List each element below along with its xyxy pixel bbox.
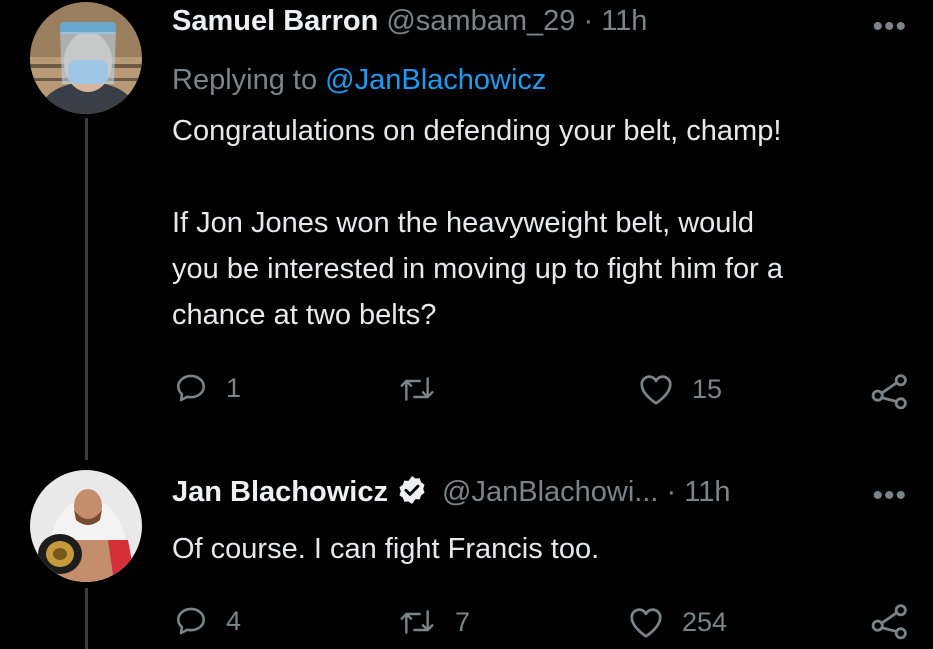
more-options-icon[interactable]: ••• <box>872 10 907 44</box>
tweet-text-line: Congratulations on defending your belt, … <box>172 115 782 147</box>
reply-button[interactable]: 1 <box>174 371 241 405</box>
tweet-header: Jan Blachowicz @JanBlachowi... · 11h <box>172 474 731 514</box>
retweet-icon <box>400 610 434 634</box>
replying-to: Replying to @JanBlachowicz <box>172 64 546 97</box>
reply-icon <box>176 607 206 635</box>
tweet-jan-blachowicz[interactable]: Jan Blachowicz @JanBlachowi... · 11h •••… <box>0 460 933 649</box>
like-button[interactable]: 254 <box>628 605 727 639</box>
avatar-jan-blachowicz[interactable] <box>30 470 142 582</box>
tweet-text-line: Of course. I can fight Francis too. <box>172 533 600 565</box>
tweet-text-line: chance at two belts? <box>172 299 437 331</box>
tweet-samuel-barron[interactable]: Samuel Barron @sambam_29 · 11h ••• Reply… <box>0 0 933 460</box>
share-icon <box>871 374 907 410</box>
tweet-text: Of course. I can fight Francis too. <box>172 526 912 572</box>
like-button[interactable]: 15 <box>638 372 722 406</box>
author-handle[interactable]: @sambam_29 <box>386 5 575 37</box>
tweet-text: Congratulations on defending your belt, … <box>172 108 912 338</box>
reply-count: 1 <box>226 372 242 403</box>
share-button[interactable] <box>870 602 910 640</box>
thread-line <box>85 588 88 649</box>
reply-count: 4 <box>226 605 242 636</box>
tweet-text-line: you be interested in moving up to fight … <box>172 253 783 285</box>
tweet-text-line: If Jon Jones won the heavyweight belt, w… <box>172 207 754 239</box>
reply-icon <box>176 374 206 402</box>
timestamp[interactable]: 11h <box>601 5 647 37</box>
replying-prefix: Replying to <box>172 64 318 96</box>
retweet-count: 7 <box>455 606 471 637</box>
timestamp[interactable]: 11h <box>684 476 730 508</box>
author-name[interactable]: Jan Blachowicz <box>172 476 388 508</box>
replying-mention-link[interactable]: @JanBlachowicz <box>325 64 546 96</box>
reply-button[interactable]: 4 <box>174 604 241 638</box>
like-count: 254 <box>682 606 728 637</box>
retweet-button[interactable] <box>397 373 437 405</box>
separator-dot: · <box>583 5 594 37</box>
avatar-samuel-barron[interactable] <box>30 2 142 114</box>
share-icon <box>871 604 907 640</box>
like-count: 15 <box>692 373 723 404</box>
tweet-header: Samuel Barron @sambam_29 · 11h <box>172 5 647 38</box>
heart-icon <box>630 608 662 638</box>
author-handle[interactable]: @JanBlachowi... <box>442 476 658 508</box>
thread-line <box>85 118 88 460</box>
retweet-button[interactable]: 7 <box>397 606 470 638</box>
share-button[interactable] <box>870 372 910 410</box>
author-name[interactable]: Samuel Barron <box>172 5 378 37</box>
retweet-icon <box>400 377 434 401</box>
verified-badge-icon <box>396 474 428 514</box>
more-options-icon[interactable]: ••• <box>872 479 907 513</box>
heart-icon <box>640 375 672 405</box>
separator-dot: · <box>666 476 677 508</box>
